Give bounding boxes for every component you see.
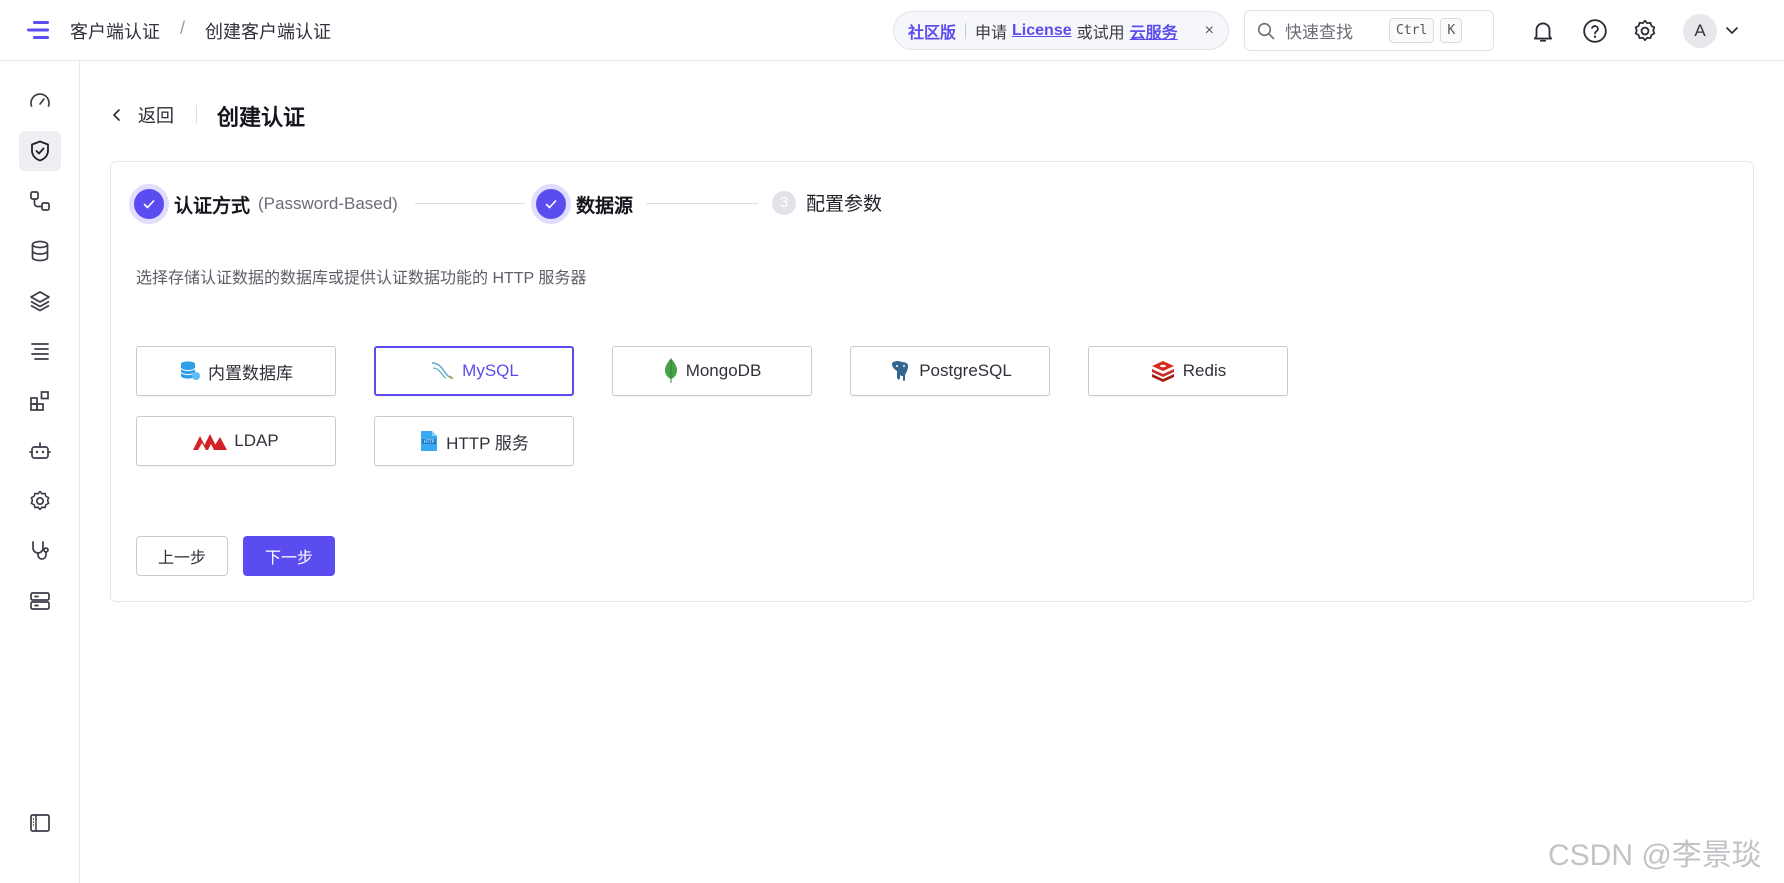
- search-icon: [1257, 22, 1275, 39]
- step-connector: [646, 203, 758, 204]
- shield-check-icon: [31, 140, 49, 162]
- datasource-mongodb[interactable]: MongoDB: [612, 346, 812, 396]
- datasource-postgresql[interactable]: PostgreSQL: [850, 346, 1050, 396]
- step-auth-method: 认证方式 (Password-Based): [134, 189, 398, 219]
- redis-icon: [1151, 361, 1174, 382]
- sidebar-item-dashboard[interactable]: [19, 81, 61, 121]
- mysql-icon: [432, 362, 454, 380]
- description: 选择存储认证数据的数据库或提供认证数据功能的 HTTP 服务器: [136, 270, 587, 287]
- back-label: 返回: [138, 106, 174, 126]
- sidebar: [0, 61, 80, 883]
- breadcrumb: 客户端认证 / 创建客户端认证: [70, 18, 331, 44]
- promo-banner: 社区版 申请 License 或试用 云服务 ×: [893, 11, 1229, 50]
- cloud-service-link[interactable]: 云服务: [1130, 19, 1178, 43]
- http-icon: HTTP: [421, 431, 438, 451]
- step-label: 认证方式: [174, 195, 251, 217]
- gear-icon: [30, 490, 50, 511]
- watermark: CSDN @李景琰: [1548, 839, 1762, 872]
- breadcrumb-item-client-auth[interactable]: 客户端认证: [70, 18, 160, 44]
- postgresql-icon: [892, 361, 909, 381]
- back-button[interactable]: 返回: [110, 102, 174, 128]
- step-done-dot: [536, 189, 566, 219]
- wizard-card: 认证方式 (Password-Based) 数据源 3 配置参数 选择存储认证数…: [110, 161, 1754, 602]
- step-done-dot: [134, 189, 164, 219]
- sidebar-item-ai[interactable]: [19, 431, 61, 471]
- datasource-label: 内置数据库: [208, 363, 293, 383]
- database-icon: [31, 240, 49, 262]
- step-data-source: 数据源: [536, 189, 633, 219]
- search-placeholder: 快速查找: [1285, 23, 1353, 42]
- datasource-label: LDAP: [234, 431, 279, 450]
- robot-icon: [29, 442, 51, 459]
- sidebar-collapse[interactable]: [19, 803, 61, 843]
- sidebar-item-logs[interactable]: [19, 331, 61, 371]
- sidebar-item-layers[interactable]: [19, 281, 61, 321]
- menu-icon[interactable]: [27, 18, 53, 42]
- license-link[interactable]: License: [1012, 22, 1072, 40]
- datasource-mysql[interactable]: MySQL: [374, 346, 574, 396]
- datasource-label: PostgreSQL: [919, 361, 1012, 380]
- search-box[interactable]: 快速查找 Ctrl K: [1244, 10, 1494, 51]
- chevron-left-icon: [113, 109, 120, 121]
- sidebar-item-extensions[interactable]: [19, 381, 61, 421]
- check-icon: [143, 200, 155, 209]
- blocks-icon: [30, 391, 49, 411]
- gauge-icon: [30, 93, 50, 107]
- bell-icon[interactable]: [1530, 18, 1556, 44]
- prev-step-button[interactable]: 上一步: [136, 536, 228, 576]
- promo-divider: [965, 22, 967, 39]
- stethoscope-icon: [32, 541, 49, 560]
- shortcut-key-ctrl: Ctrl: [1389, 18, 1435, 43]
- check-icon: [545, 200, 557, 209]
- breadcrumb-separator: /: [180, 18, 186, 38]
- sidebar-item-settings[interactable]: [19, 481, 61, 521]
- top-bar: 客户端认证 / 创建客户端认证 社区版 申请 License 或试用 云服务 ×…: [0, 0, 1784, 61]
- sidebar-item-access-control[interactable]: [19, 131, 61, 171]
- sidebar-toggle-icon: [30, 814, 50, 832]
- datasource-http[interactable]: HTTP HTTP 服务: [374, 416, 574, 466]
- datasource-label: HTTP 服务: [446, 433, 529, 453]
- promo-text-or: 或试用: [1076, 24, 1125, 42]
- datasource-label: Redis: [1182, 361, 1227, 380]
- list-icon: [31, 343, 49, 360]
- step-label: 配置参数: [806, 194, 883, 215]
- sidebar-item-diagnose[interactable]: [19, 531, 61, 571]
- settings-icon[interactable]: [1632, 18, 1658, 44]
- avatar[interactable]: A: [1683, 14, 1717, 48]
- edition-badge: 社区版: [908, 24, 957, 42]
- page-title: 创建认证: [217, 105, 306, 130]
- layers-icon: [30, 291, 50, 312]
- chevron-down-icon[interactable]: [1724, 22, 1740, 38]
- step-config-params: 3 配置参数: [772, 189, 882, 216]
- breadcrumb-item-create: 创建客户端认证: [205, 22, 332, 42]
- next-step-button[interactable]: 下一步: [243, 536, 335, 576]
- step-number: 3: [772, 190, 796, 215]
- server-icon: [30, 592, 50, 610]
- builtin-db-icon: [180, 361, 200, 380]
- flow-icon: [30, 191, 50, 211]
- datasource-ldap[interactable]: LDAP: [136, 416, 336, 466]
- close-icon[interactable]: ×: [1205, 22, 1214, 40]
- help-icon[interactable]: [1582, 18, 1608, 44]
- datasource-builtin-db[interactable]: 内置数据库: [136, 346, 336, 396]
- sidebar-item-cluster[interactable]: [19, 581, 61, 621]
- sidebar-item-data[interactable]: [19, 231, 61, 271]
- mongodb-icon: [664, 358, 677, 383]
- step-sub-label: (Password-Based): [258, 194, 398, 213]
- ldap-icon: [193, 434, 228, 450]
- step-connector: [415, 203, 525, 204]
- datasource-label: MongoDB: [685, 361, 762, 380]
- step-label: 数据源: [576, 195, 634, 217]
- datasource-label: MySQL: [462, 361, 519, 380]
- datasource-redis[interactable]: Redis: [1088, 346, 1288, 396]
- shortcut-key-k: K: [1440, 18, 1463, 43]
- svg-text:HTTP: HTTP: [424, 439, 435, 444]
- sidebar-item-integration[interactable]: [19, 181, 61, 221]
- promo-text-apply: 申请: [975, 24, 1008, 42]
- header-divider: [196, 105, 197, 123]
